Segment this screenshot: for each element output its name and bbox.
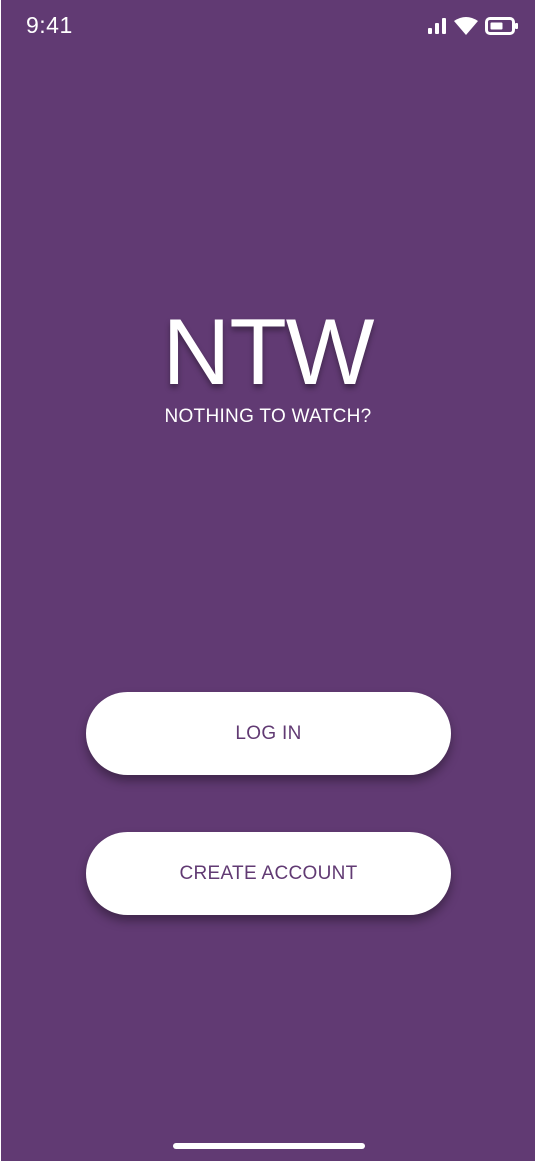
wifi-icon	[454, 17, 478, 35]
cellular-signal-icon	[428, 18, 446, 34]
status-bar: 9:41	[1, 0, 535, 52]
battery-icon	[485, 17, 518, 35]
status-time: 9:41	[26, 12, 73, 38]
create-account-button[interactable]: CREATE ACCOUNT	[86, 832, 451, 915]
login-button[interactable]: LOG IN	[86, 692, 451, 775]
home-indicator[interactable]	[173, 1143, 365, 1149]
status-icons	[427, 14, 519, 38]
app-tagline: NOTHING TO WATCH?	[164, 406, 372, 427]
app-title: NTW	[162, 299, 374, 404]
app-logo: NTW NOTHING TO WATCH?	[1, 302, 535, 430]
welcome-screen: 9:41 NTW NOTHING TO WATCH? LOG IN CREATE…	[1, 0, 535, 1161]
